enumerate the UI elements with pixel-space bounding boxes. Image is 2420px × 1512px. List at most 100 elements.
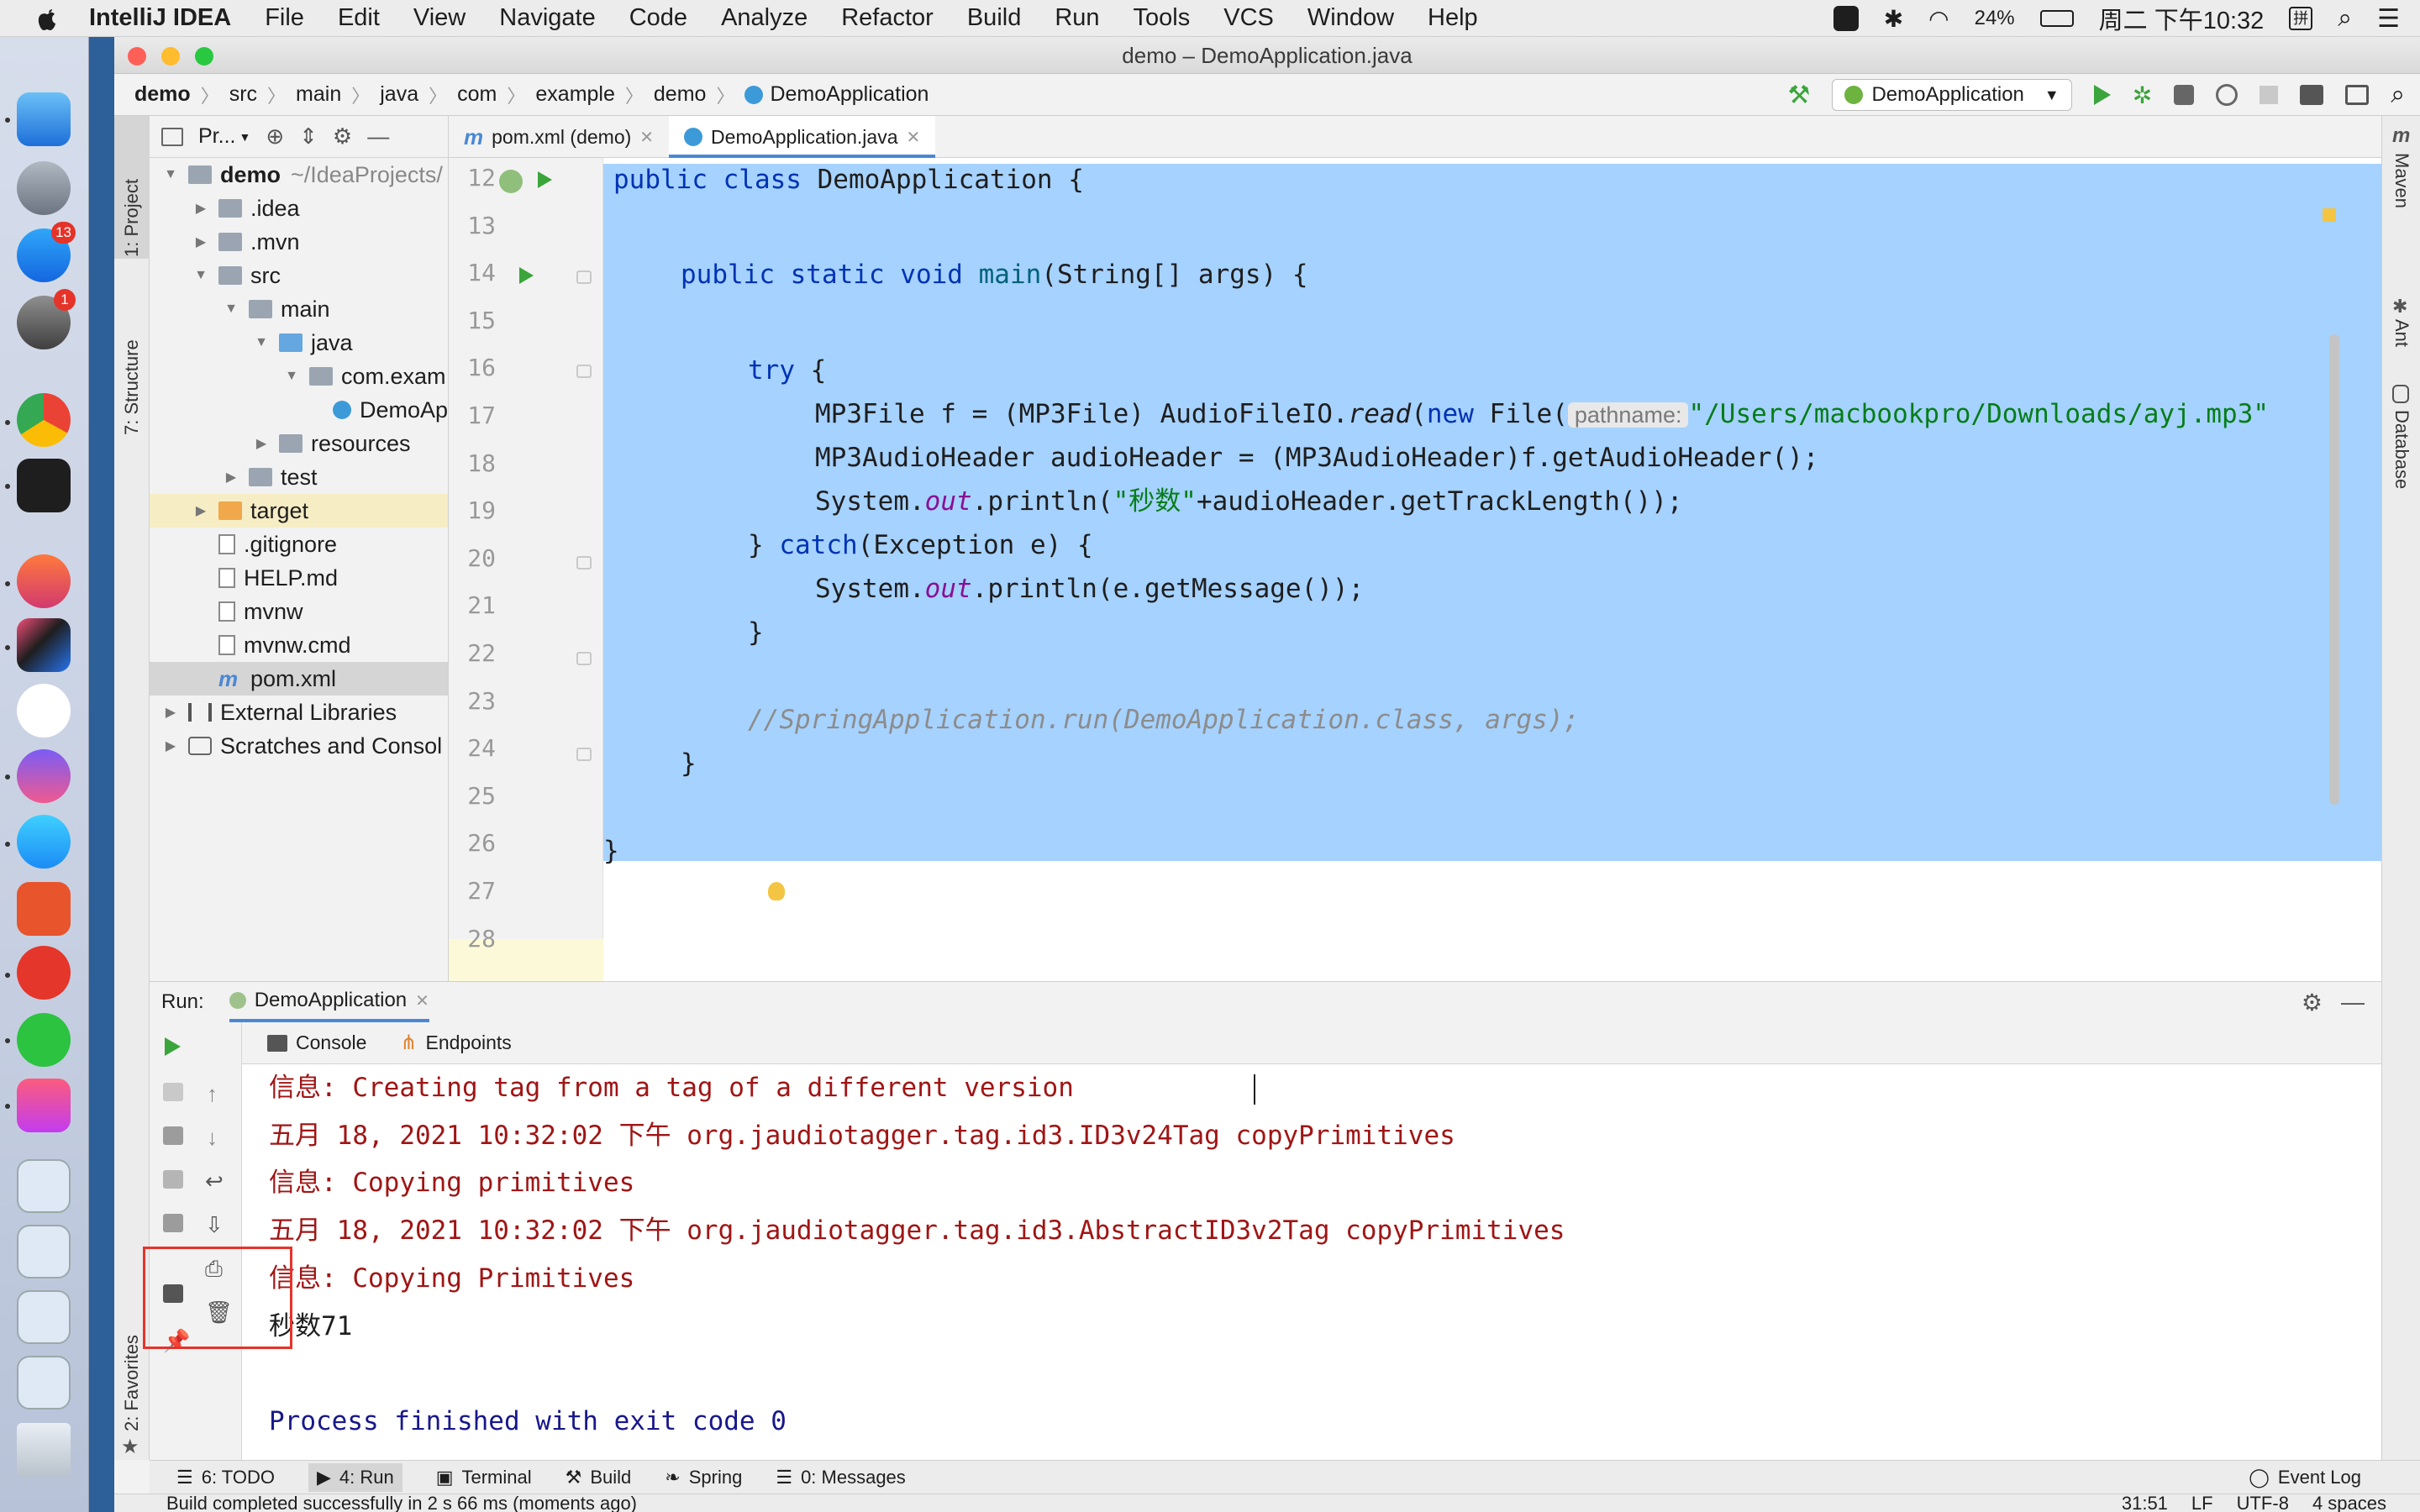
charles-icon[interactable] bbox=[17, 554, 71, 608]
tree-node[interactable]: ▼ com.exam bbox=[150, 360, 448, 393]
hide-panel-icon[interactable]: — bbox=[367, 123, 389, 150]
window-thumbnail-icon[interactable] bbox=[17, 1225, 71, 1278]
collapsed-arrow-icon[interactable]: ▶ bbox=[222, 469, 240, 486]
menu-tools[interactable]: Tools bbox=[1134, 4, 1191, 32]
netease-music-icon[interactable] bbox=[17, 946, 71, 1000]
build-hammer-icon[interactable]: ⚒ bbox=[1788, 81, 1811, 110]
tree-node[interactable]: mvnw.cmd bbox=[150, 628, 448, 662]
tree-node[interactable]: HELP.md bbox=[150, 561, 448, 595]
fold-marker-icon[interactable] bbox=[576, 556, 592, 570]
tab-pom-xml[interactable]: m pom.xml (demo) ✕ bbox=[449, 116, 669, 158]
rerun-icon[interactable] bbox=[165, 1037, 181, 1056]
exit-icon[interactable] bbox=[163, 1214, 183, 1232]
battery-icon[interactable] bbox=[2039, 10, 2074, 27]
collapsed-arrow-icon[interactable]: ▶ bbox=[252, 435, 271, 452]
status-message[interactable]: Build completed successfully in 2 s 66 m… bbox=[166, 1493, 637, 1512]
finder-icon[interactable] bbox=[17, 92, 71, 146]
breadcrumb-item[interactable]: example bbox=[535, 82, 615, 107]
tree-node[interactable]: ▶ target bbox=[150, 494, 448, 528]
menu-edit[interactable]: Edit bbox=[338, 4, 380, 32]
collapsed-arrow-icon[interactable]: ▶ bbox=[161, 704, 180, 721]
collapsed-arrow-icon[interactable]: ▶ bbox=[192, 502, 210, 519]
window-thumbnail-icon[interactable] bbox=[17, 1356, 71, 1410]
fold-marker-icon[interactable] bbox=[576, 748, 592, 761]
fold-marker-icon[interactable] bbox=[576, 652, 592, 665]
tree-node[interactable]: ▶ .idea bbox=[150, 192, 448, 225]
tool-tab-spring[interactable]: ❧ Spring bbox=[665, 1467, 742, 1488]
menu-vcs[interactable]: VCS bbox=[1223, 4, 1274, 32]
apple-logo-icon[interactable] bbox=[34, 4, 60, 33]
menu-file[interactable]: File bbox=[265, 4, 304, 32]
tab-endpoints[interactable]: ⋔ Endpoints bbox=[400, 1031, 511, 1055]
tool-window-database-label[interactable]: Database bbox=[2391, 410, 2412, 489]
close-tab-icon[interactable]: ✕ bbox=[415, 990, 429, 1011]
app-icon-red[interactable] bbox=[17, 882, 71, 936]
video-player-icon[interactable] bbox=[17, 815, 71, 869]
status-app-icon[interactable] bbox=[1833, 6, 1859, 31]
menu-window[interactable]: Window bbox=[1307, 4, 1394, 32]
tree-node[interactable]: mvnw bbox=[150, 595, 448, 628]
gear-icon[interactable]: ⚙ bbox=[333, 123, 352, 150]
input-method-icon[interactable]: 拼 bbox=[2289, 7, 2313, 30]
menu-build[interactable]: Build bbox=[967, 4, 1022, 32]
terminal-icon[interactable] bbox=[17, 459, 71, 512]
expanded-arrow-icon[interactable]: ▼ bbox=[222, 302, 240, 317]
run-icon[interactable] bbox=[2093, 85, 2111, 105]
tree-node[interactable]: DemoAp bbox=[150, 393, 448, 427]
fold-marker-icon[interactable] bbox=[576, 270, 592, 284]
expanded-arrow-icon[interactable]: ▼ bbox=[252, 335, 271, 350]
run-gutter-icon[interactable] bbox=[538, 171, 552, 188]
collapsed-arrow-icon[interactable]: ▶ bbox=[192, 200, 210, 217]
project-structure-icon[interactable] bbox=[2300, 85, 2324, 105]
menu-view[interactable]: View bbox=[413, 4, 466, 32]
bluetooth-icon[interactable]: ✱ bbox=[1884, 5, 1903, 33]
caret-position[interactable]: 31:51 bbox=[2122, 1493, 2168, 1512]
intention-bulb-icon[interactable] bbox=[768, 882, 785, 900]
tree-node[interactable]: .gitignore bbox=[150, 528, 448, 561]
gear-icon[interactable]: ⚙ bbox=[2302, 989, 2323, 1016]
debug-icon[interactable]: ✲ bbox=[2133, 81, 2152, 109]
expanded-arrow-icon[interactable]: ▼ bbox=[192, 268, 210, 283]
debug-settings-icon[interactable] bbox=[163, 1170, 183, 1189]
menu-navigate[interactable]: Navigate bbox=[499, 4, 595, 32]
tool-tab-todo[interactable]: ☰ 6: TODO bbox=[176, 1467, 275, 1488]
project-view-select[interactable]: Pr... bbox=[198, 124, 235, 149]
spring-bean-icon[interactable] bbox=[499, 170, 523, 193]
wifi-icon[interactable]: ◠ bbox=[1928, 5, 1949, 33]
console-output[interactable]: 信息: Creating tag from a tag of a differe… bbox=[242, 1064, 2381, 1461]
tree-node[interactable]: ▶ test bbox=[150, 460, 448, 494]
chrome-icon[interactable] bbox=[17, 393, 71, 447]
tool-tab-build[interactable]: ⚒ Build bbox=[566, 1467, 632, 1488]
tree-node[interactable]: ▶ Scratches and Consol bbox=[150, 729, 448, 763]
tool-tab-run[interactable]: ▶ 4: Run bbox=[308, 1462, 402, 1492]
breadcrumb-item[interactable]: demo bbox=[134, 82, 191, 107]
app-menu[interactable]: IntelliJ IDEA bbox=[89, 4, 231, 32]
menu-run[interactable]: Run bbox=[1055, 4, 1099, 32]
file-encoding[interactable]: UTF-8 bbox=[2237, 1493, 2289, 1512]
tab-console[interactable]: Console bbox=[267, 1032, 366, 1054]
window-thumbnail-icon[interactable] bbox=[17, 1290, 71, 1344]
tree-node[interactable]: ▶ External Libraries bbox=[150, 696, 448, 729]
expanded-arrow-icon[interactable]: ▼ bbox=[161, 167, 180, 182]
expanded-arrow-icon[interactable]: ▼ bbox=[282, 369, 301, 384]
zoom-window-button[interactable] bbox=[195, 47, 213, 66]
control-center-icon[interactable]: ☰ bbox=[2377, 4, 2400, 34]
launchpad-icon[interactable] bbox=[17, 161, 71, 215]
line-separator[interactable]: LF bbox=[2191, 1493, 2213, 1512]
tool-window-structure-label[interactable]: 7: Structure bbox=[121, 339, 143, 435]
menu-clock[interactable]: 周二 下午10:32 bbox=[2099, 1, 2265, 36]
camera-icon[interactable] bbox=[163, 1126, 183, 1145]
menu-refactor[interactable]: Refactor bbox=[841, 4, 934, 32]
tree-node[interactable]: ▼ demo ~/IdeaProjects/ bbox=[150, 158, 448, 192]
profile-icon[interactable] bbox=[2216, 84, 2238, 106]
breadcrumb-item[interactable]: com bbox=[457, 82, 497, 107]
collapse-all-icon[interactable]: ⇕ bbox=[299, 123, 318, 150]
run-configuration-select[interactable]: DemoApplication ▼ bbox=[1832, 79, 2072, 111]
hide-panel-icon[interactable]: — bbox=[2341, 989, 2365, 1016]
music-icon[interactable] bbox=[17, 1079, 71, 1132]
collapsed-arrow-icon[interactable]: ▶ bbox=[161, 738, 180, 754]
close-window-button[interactable] bbox=[128, 47, 146, 66]
close-tab-icon[interactable]: ✕ bbox=[639, 127, 654, 148]
spotlight-search-icon[interactable]: ⌕ bbox=[2338, 4, 2352, 33]
indent-setting[interactable]: 4 spaces bbox=[2312, 1493, 2386, 1512]
